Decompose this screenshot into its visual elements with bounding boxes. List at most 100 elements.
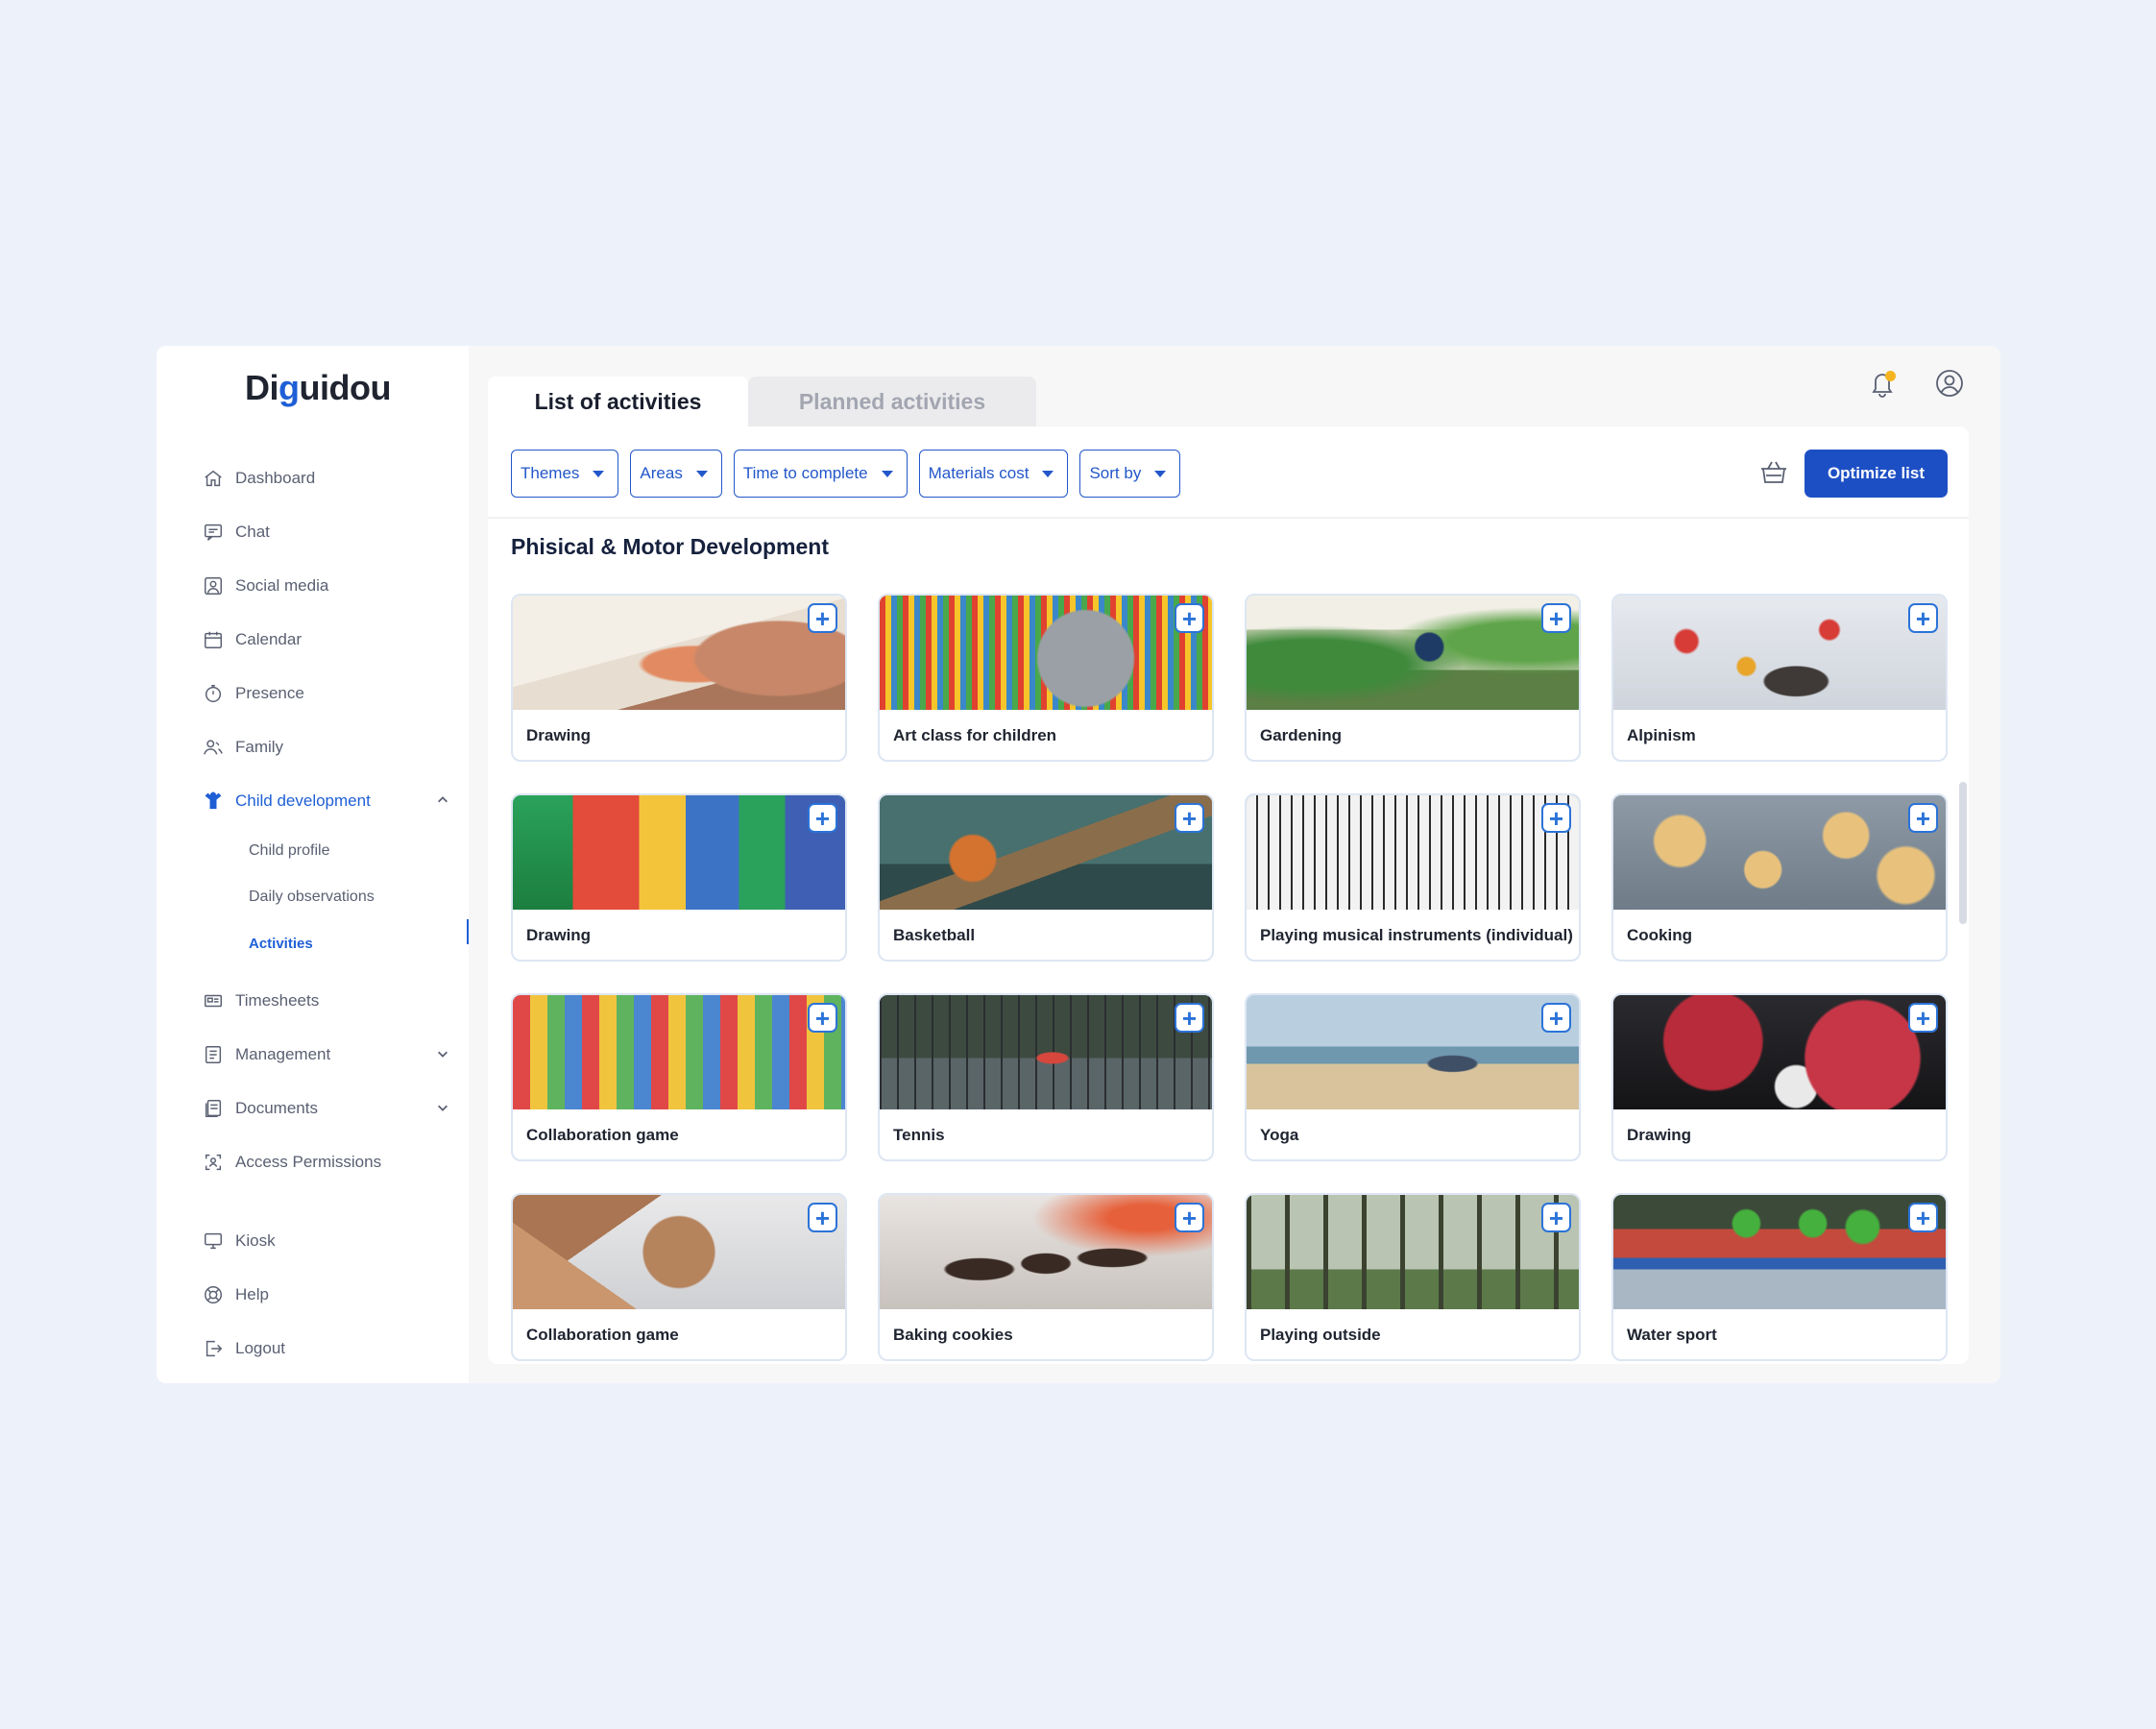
add-activity-button[interactable]: + — [1908, 803, 1938, 833]
sidebar-item-access-permissions[interactable]: Access Permissions — [202, 1135, 451, 1189]
add-activity-button[interactable]: + — [808, 603, 837, 633]
add-activity-button[interactable]: + — [1175, 1003, 1204, 1033]
activity-photo: + — [880, 1195, 1212, 1309]
sidebar-item-social-media[interactable]: Social media — [202, 559, 451, 613]
add-activity-button[interactable]: + — [808, 1203, 837, 1232]
app-logo[interactable]: Diguidou — [245, 368, 391, 408]
activity-title: Playing outside — [1260, 1326, 1381, 1344]
sidebar-item-presence[interactable]: Presence — [202, 667, 451, 720]
social-icon — [202, 574, 225, 597]
sidebar-item-documents[interactable]: Documents — [202, 1082, 451, 1135]
plus-icon: + — [814, 1203, 831, 1232]
sidebar-item-label: Help — [235, 1285, 269, 1303]
add-activity-button[interactable]: + — [1541, 603, 1571, 633]
activity-card[interactable]: + Playing outside — [1245, 1193, 1581, 1361]
activity-card[interactable]: + Gardening — [1245, 594, 1581, 762]
activity-card[interactable]: + Yoga — [1245, 993, 1581, 1161]
add-activity-button[interactable]: + — [1541, 803, 1571, 833]
sidebar-subitem-child-profile[interactable]: Child profile — [202, 828, 451, 874]
chevron-down-icon[interactable] — [436, 1046, 451, 1061]
activity-title: Art class for children — [893, 726, 1057, 744]
activity-card[interactable]: + Cooking — [1611, 793, 1948, 962]
basket-button[interactable] — [1757, 457, 1790, 490]
activity-card[interactable]: + Water sport — [1611, 1193, 1948, 1361]
filter-label: Areas — [640, 464, 683, 482]
scrollbar-thumb[interactable] — [1959, 782, 1967, 924]
plus-icon: + — [1181, 803, 1198, 833]
add-activity-button[interactable]: + — [1908, 1203, 1938, 1232]
caret-down-icon — [695, 470, 708, 477]
notifications-button[interactable] — [1864, 367, 1901, 403]
add-activity-button[interactable]: + — [808, 803, 837, 833]
activity-photo: + — [880, 795, 1212, 910]
activity-card[interactable]: + Alpinism — [1611, 594, 1948, 762]
activity-card[interactable]: + Tennis — [878, 993, 1214, 1161]
sidebar-item-kiosk[interactable]: Kiosk — [202, 1214, 451, 1268]
sidebar-item-label: Calendar — [235, 630, 302, 648]
section-title: Phisical & Motor Development — [511, 534, 830, 559]
activity-title: Gardening — [1260, 726, 1343, 744]
sidebar-item-calendar[interactable]: Calendar — [202, 613, 451, 667]
add-activity-button[interactable]: + — [1175, 1203, 1204, 1232]
filter-areas[interactable]: Areas — [630, 450, 722, 498]
access-icon — [202, 1151, 225, 1174]
chevron-down-icon[interactable] — [436, 1100, 451, 1115]
sidebar-item-dashboard[interactable]: Dashboard — [202, 451, 451, 505]
sidebar-item-label: Child development — [235, 791, 371, 810]
activity-photo: + — [1247, 1195, 1579, 1309]
activity-card[interactable]: + Collaboration game — [511, 993, 847, 1161]
activity-card[interactable]: + Drawing — [511, 594, 847, 762]
child-icon — [202, 790, 225, 813]
filter-sort-by[interactable]: Sort by — [1079, 450, 1181, 498]
filter-materials-cost[interactable]: Materials cost — [918, 450, 1069, 498]
add-activity-button[interactable]: + — [1908, 603, 1938, 633]
add-activity-button[interactable]: + — [1175, 803, 1204, 833]
activity-title: Basketball — [893, 926, 976, 944]
monitor-icon — [202, 1230, 225, 1253]
activity-card[interactable]: + Art class for children — [878, 594, 1214, 762]
sidebar-item-child-development[interactable]: Child development — [202, 774, 451, 828]
timesheet-icon — [202, 989, 225, 1012]
activity-title: Playing musical instruments (individual) — [1260, 926, 1573, 944]
activity-card[interactable]: + Playing musical instruments (individual… — [1245, 793, 1581, 962]
sidebar-subitem-activities[interactable]: Activities — [202, 920, 451, 966]
sidebar-item-family[interactable]: Family — [202, 720, 451, 774]
activity-photo: + — [1247, 995, 1579, 1109]
add-activity-button[interactable]: + — [1541, 1203, 1571, 1232]
activity-card[interactable]: + Drawing — [511, 793, 847, 962]
filter-themes[interactable]: Themes — [511, 450, 619, 498]
tab-list-of-activities[interactable]: List of activities — [488, 377, 748, 426]
sidebar-item-chat[interactable]: Chat — [202, 505, 451, 559]
sidebar-item-logout[interactable]: Logout — [202, 1322, 451, 1376]
add-activity-button[interactable]: + — [808, 1003, 837, 1033]
filter-bar: Themes Areas Time to complete Materials … — [511, 450, 1181, 498]
caret-down-icon — [881, 470, 893, 477]
home-icon — [202, 467, 225, 490]
profile-button[interactable] — [1931, 367, 1968, 403]
activity-card[interactable]: + Collaboration game — [511, 1193, 847, 1361]
notification-badge — [1885, 371, 1896, 381]
sidebar-item-label: Dashboard — [235, 469, 316, 487]
add-activity-button[interactable]: + — [1541, 1003, 1571, 1033]
logout-icon — [202, 1337, 225, 1360]
activity-photo: + — [880, 596, 1212, 710]
divider — [488, 517, 1969, 519]
plus-icon: + — [814, 603, 831, 633]
chevron-up-icon[interactable] — [436, 792, 451, 808]
add-activity-button[interactable]: + — [1175, 603, 1204, 633]
sidebar-item-management[interactable]: Management — [202, 1028, 451, 1082]
plus-icon: + — [1548, 1203, 1564, 1232]
sidebar-item-timesheets[interactable]: Timesheets — [202, 974, 451, 1028]
sidebar-subitem-daily-observations[interactable]: Daily observations — [202, 874, 451, 920]
activity-card[interactable]: + Baking cookies — [878, 1193, 1214, 1361]
sidebar-item-help[interactable]: Help — [202, 1268, 451, 1322]
tab-planned-activities[interactable]: Planned activities — [748, 377, 1036, 426]
stopwatch-icon — [202, 682, 225, 705]
activity-card[interactable]: + Basketball — [878, 793, 1214, 962]
filter-time-to-complete[interactable]: Time to complete — [733, 450, 908, 498]
add-activity-button[interactable]: + — [1908, 1003, 1938, 1033]
tab-bar: List of activities Planned activities — [488, 377, 1036, 426]
activity-card[interactable]: + Drawing — [1611, 993, 1948, 1161]
activity-title: Tennis — [893, 1126, 945, 1144]
optimize-list-button[interactable]: Optimize list — [1805, 450, 1948, 498]
